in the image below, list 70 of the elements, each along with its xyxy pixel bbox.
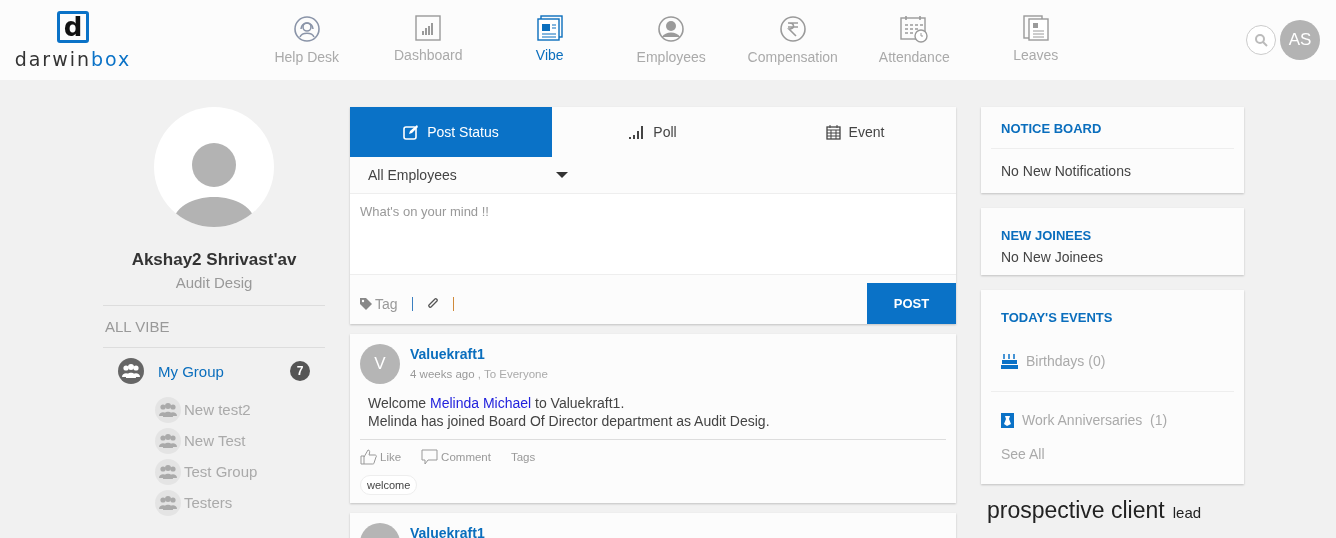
post-action[interactable]: Like	[360, 449, 402, 465]
person-icon	[657, 15, 686, 43]
group-icon	[155, 396, 181, 423]
bar-chart-icon	[415, 15, 442, 41]
tag-cloud-word[interactable]: prospective client	[987, 497, 1165, 524]
author-avatar: V	[360, 344, 400, 384]
post-time: 4 weeks ago	[410, 368, 475, 380]
card-title: NOTICE BOARD	[991, 107, 1234, 149]
author-link[interactable]: Valuekraft1	[410, 525, 485, 538]
group-item[interactable]: Testers	[155, 487, 233, 518]
cake-icon	[1001, 353, 1018, 369]
author-link[interactable]: Valuekraft1	[410, 346, 485, 362]
group-icon	[118, 358, 144, 384]
documents-icon	[1022, 15, 1049, 41]
post-action[interactable]: Tags	[510, 449, 536, 465]
card-title: NEW JOINEES	[1000, 227, 1093, 245]
comment-icon	[421, 449, 439, 465]
thumbs-up-icon	[360, 449, 377, 465]
nav-tab[interactable]: Help Desk	[246, 15, 368, 65]
nav-tab[interactable]: Dashboard	[367, 15, 489, 65]
user-avatar[interactable]: AS	[1280, 20, 1320, 60]
caret-icon	[556, 172, 568, 178]
post-composer[interactable]: Post Status Poll Event All Employees What's on your mind !! Tag POST	[350, 107, 956, 324]
headset-icon	[292, 15, 321, 43]
tag-icon	[360, 297, 372, 310]
newspaper-icon	[536, 15, 563, 41]
tag-cloud-word[interactable]: lead	[1172, 504, 1202, 521]
group-link[interactable]: My Group	[158, 362, 224, 380]
see-all-link[interactable]: See All	[991, 446, 1055, 484]
nav-tab[interactable]: Vibe	[489, 15, 611, 65]
post-audience: , To Everyone	[477, 368, 548, 380]
post-button[interactable]: POST	[867, 283, 956, 324]
profile-name: Akshay2 Shrivast'av	[130, 250, 298, 270]
notification-text: No New Notifications	[1000, 162, 1132, 179]
status-input[interactable]: What's on your mind !!	[350, 193, 956, 275]
post-text: Welcome Melinda Michael to Valuekraft1.	[368, 394, 626, 412]
joinees-text: No New Joinees	[1000, 249, 1104, 265]
post-action[interactable]: Comment	[421, 449, 491, 465]
group-icon	[155, 489, 181, 516]
nav-tab[interactable]: Compensation	[732, 15, 854, 65]
nav-tab[interactable]: Attendance	[853, 15, 975, 65]
composer-tab[interactable]: Post Status	[350, 107, 552, 157]
badge-icon	[1001, 412, 1014, 428]
group-icon	[155, 427, 181, 454]
nav-tab[interactable]: Leaves	[975, 15, 1097, 65]
group-item[interactable]: Test Group	[155, 456, 258, 487]
nav-tab[interactable]: Employees	[610, 15, 732, 65]
signal-bars-icon	[629, 125, 646, 139]
calendar-icon	[825, 124, 841, 140]
tag-chip[interactable]: welcome	[360, 475, 418, 495]
count-badge: 7	[290, 361, 310, 381]
group-item[interactable]: New test2	[155, 394, 251, 425]
profile-designation: Audit Desig	[174, 274, 254, 291]
event-link[interactable]: Birthdays (0)	[991, 353, 1116, 369]
section-heading[interactable]: ALL VIBE	[103, 305, 325, 348]
search-icon	[1254, 33, 1268, 47]
group-item[interactable]: New Test	[155, 425, 246, 456]
logo-mark: d	[57, 10, 89, 43]
tag-button[interactable]: Tag	[360, 295, 398, 312]
composer-tab[interactable]: Event	[754, 107, 956, 157]
logo-wordmark: darwin box	[14, 47, 132, 70]
card-title: TODAY'S EVENTS	[1000, 309, 1114, 325]
post-text: Melinda has joined Board Of Director department as Audit Desig.	[368, 412, 771, 430]
group-icon	[155, 458, 181, 485]
rupee-icon	[778, 15, 807, 43]
calendar-clock-icon	[900, 15, 929, 43]
audience-dropdown[interactable]: All Employees	[350, 157, 586, 193]
edit-icon	[403, 124, 420, 140]
person-link[interactable]: Melinda Michael	[430, 395, 532, 411]
event-link[interactable]: Work Anniversaries (1)	[991, 412, 1178, 428]
